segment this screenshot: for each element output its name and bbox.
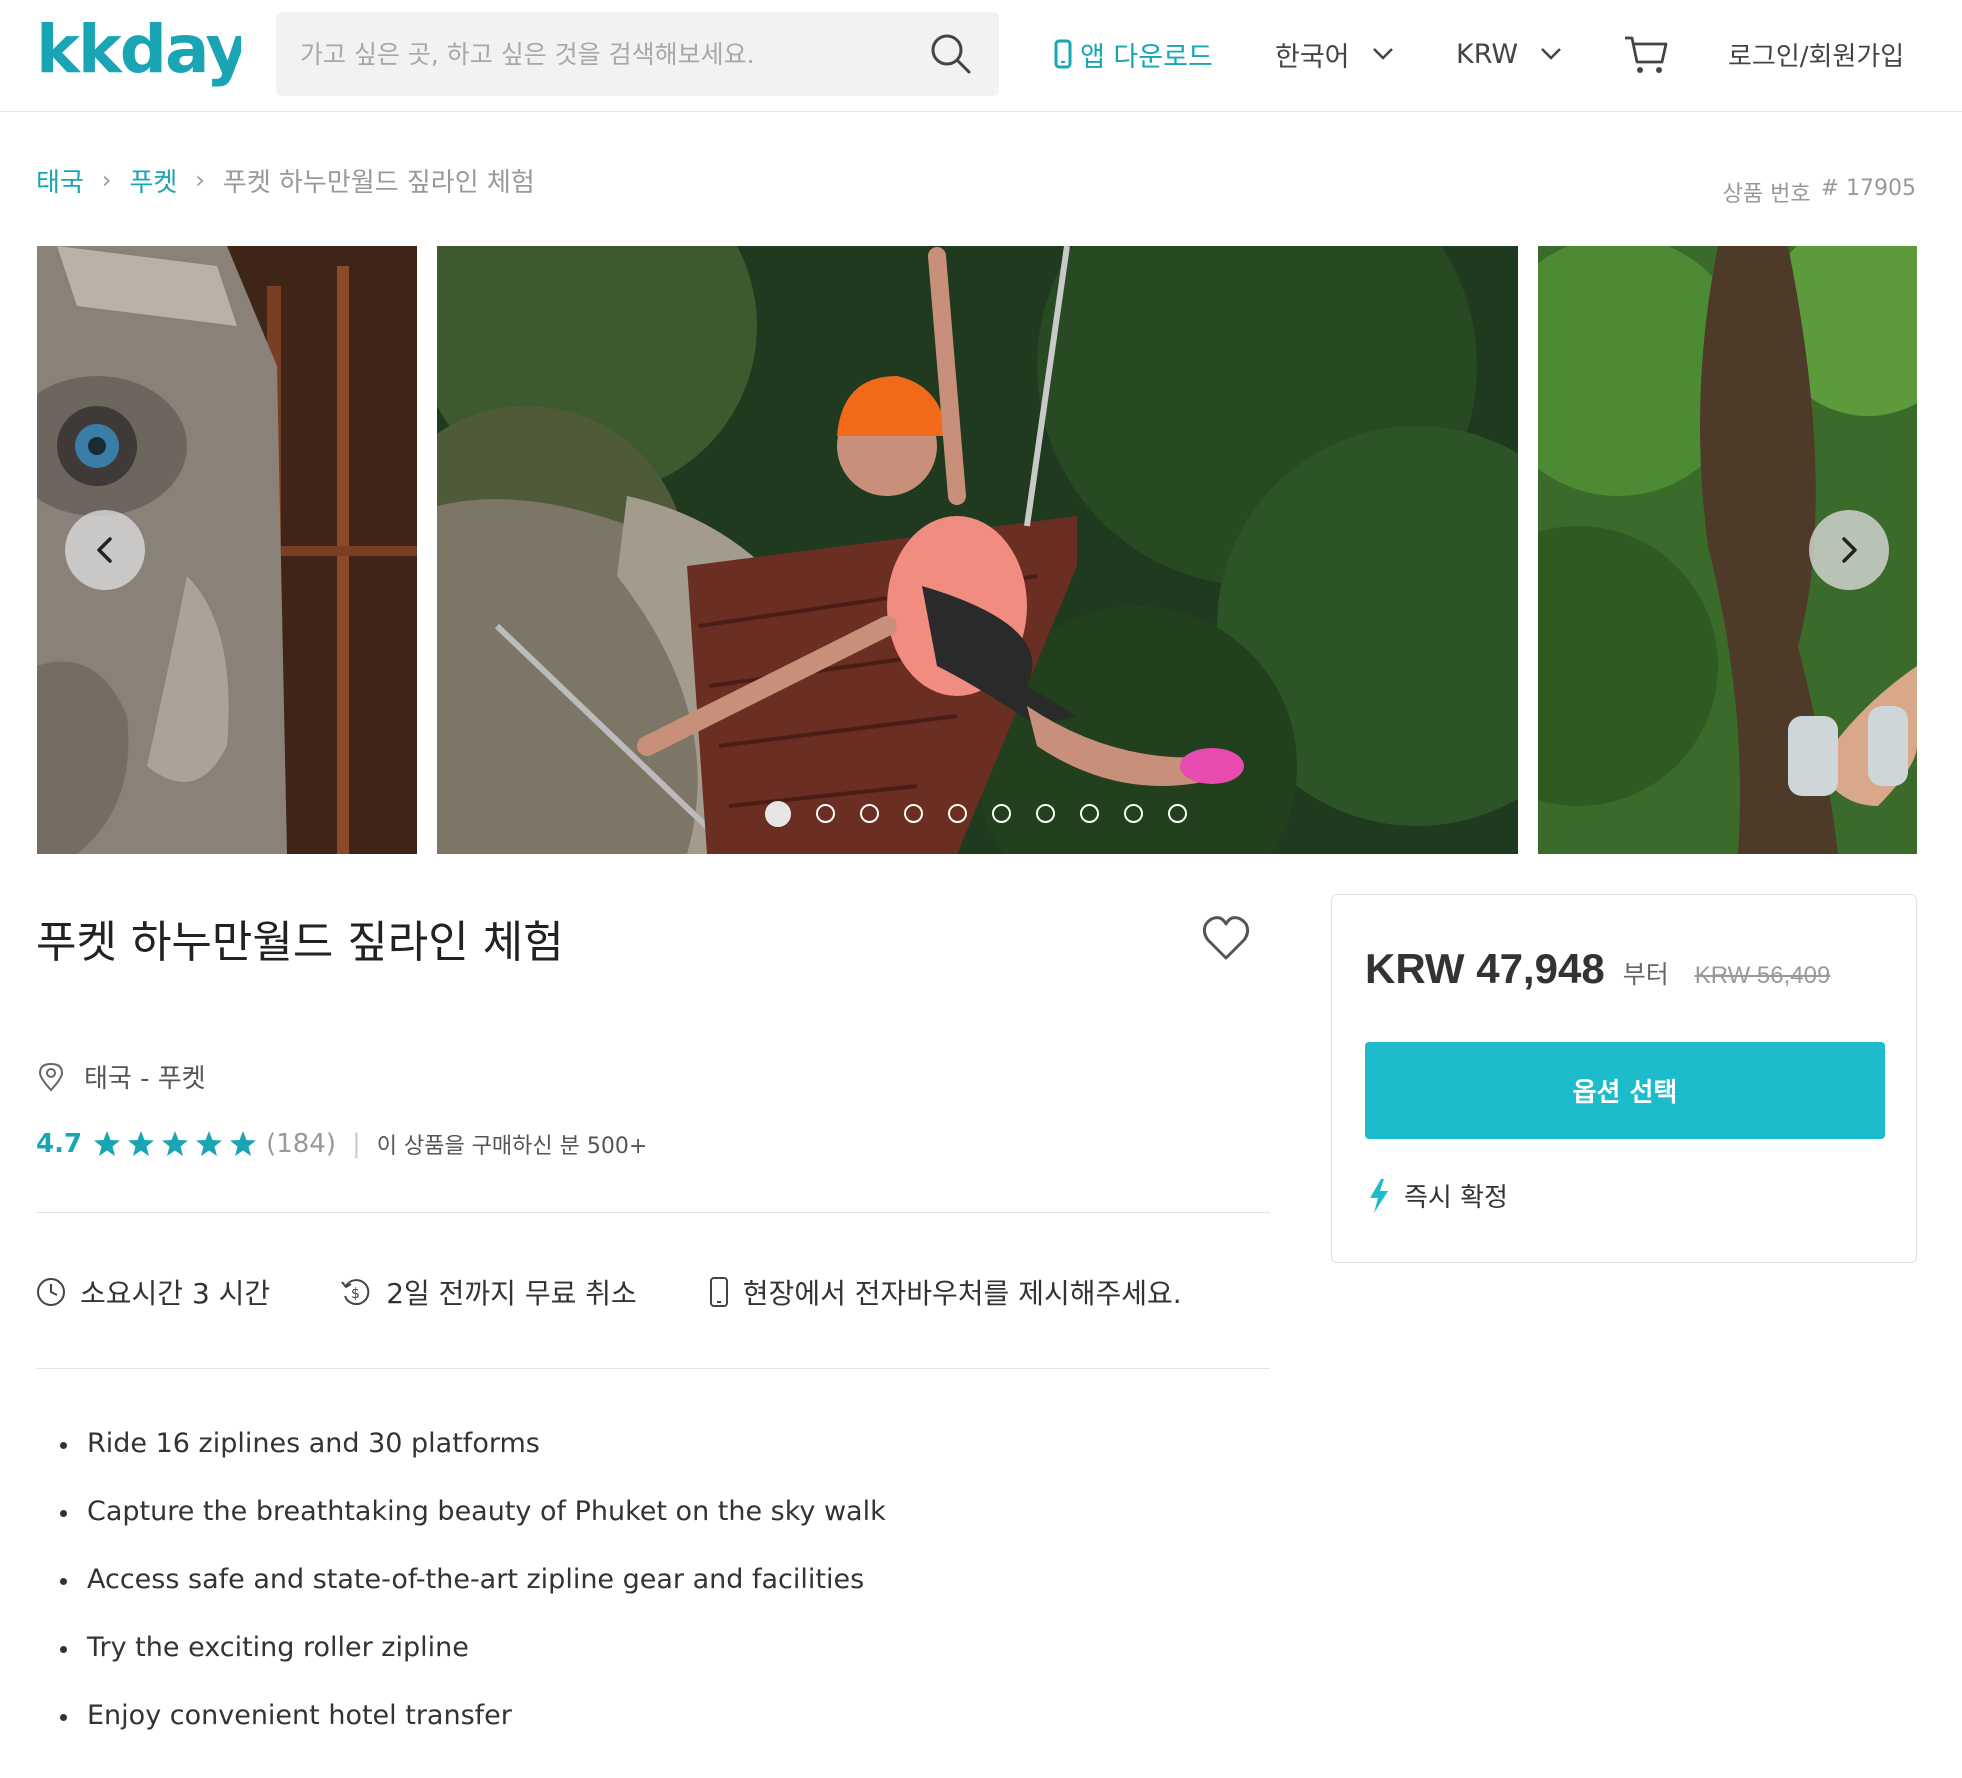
highlight-list: Ride 16 ziplines and 30 platforms Captur… [60,1424,886,1764]
rating-score: 4.7 [36,1129,83,1159]
current-price: KRW 47,948 [1365,945,1605,992]
gallery-dot[interactable] [860,804,879,823]
star-icon [196,1131,223,1156]
gallery-dot[interactable] [765,801,791,827]
search-input[interactable] [300,12,900,96]
voucher-text: 현장에서 전자바우처를 제시해주세요. [742,1277,1182,1310]
chevron-left-icon [97,537,112,563]
price-from-label: 부터 [1622,960,1669,989]
photo-gallery [37,246,1917,854]
phone-icon [1054,39,1072,69]
list-item: Try the exciting roller zipline [60,1628,886,1696]
app-download-link[interactable]: 앱 다운로드 [1054,30,1213,78]
product-title: 푸켓 하누만월드 짚라인 체험 [36,917,564,968]
svg-text:$: $ [351,1286,360,1302]
instant-confirm-text: 즉시 확정 [1404,1183,1508,1213]
currency-selector[interactable]: KRW [1456,30,1562,78]
star-icon [162,1131,189,1156]
gallery-dot[interactable] [992,804,1011,823]
list-item: Ride 16 ziplines and 30 platforms [60,1424,886,1492]
mobile-voucher-icon [709,1277,728,1307]
gallery-dot[interactable] [948,804,967,823]
gallery-pagination [765,801,1187,827]
product-rating: 4.7 (184) | 이 상품을 구매하신 분 500+ [36,1128,647,1160]
purchase-count: 이 상품을 구매하신 분 500+ [376,1134,648,1159]
feature-cancellation: $ 2일 전까지 무료 취소 [340,1272,637,1312]
clock-icon [37,1278,65,1306]
list-item: Access safe and state-of-the-art zipline… [60,1560,886,1628]
search-icon[interactable] [929,32,973,76]
star-icon [128,1131,155,1156]
cancellation-text: 2일 전까지 무료 취소 [386,1277,637,1310]
chevron-right-icon [1842,537,1857,563]
duration-text: 소요시간 3 시간 [80,1277,271,1310]
product-features: 소요시간 3 시간 $ 2일 전까지 무료 취소 현장에서 전자바우처를 제시해… [36,1272,1182,1312]
product-location: 태국 - 푸켓 [38,1058,206,1095]
refund-icon: $ [341,1279,370,1306]
original-price: KRW 56,409 [1694,962,1831,989]
select-option-button[interactable]: 옵션 선택 [1365,1042,1885,1139]
location-text: 태국 - 푸켓 [84,1064,206,1094]
gallery-dot[interactable] [1036,804,1055,823]
lightning-icon [1370,1178,1388,1213]
divider: | [351,1129,361,1159]
login-signup-link[interactable]: 로그인/회원가입 [1728,30,1904,78]
product-number-label: 상품 번호 [1722,182,1811,207]
star-icon [94,1131,121,1156]
breadcrumb: 태국 › 푸켓 › 푸켓 하누만월드 짚라인 체험 [36,160,535,200]
list-item: Capture the breathtaking beauty of Phuke… [60,1492,886,1560]
product-number-value: # 17905 [1820,176,1916,201]
divider [36,1212,1270,1213]
language-label: 한국어 [1275,41,1350,73]
product-number: 상품 번호 # 17905 [1723,176,1916,208]
breadcrumb-thailand[interactable]: 태국 [36,162,84,199]
gallery-dot[interactable] [904,804,923,823]
language-selector[interactable]: 한국어 [1275,30,1394,78]
gallery-dot[interactable] [1168,804,1187,823]
gallery-prev-button[interactable] [65,510,145,590]
gallery-dot[interactable] [816,804,835,823]
feature-voucher: 현장에서 전자바우처를 제시해주세요. [709,1272,1182,1312]
chevron-right-icon: › [195,166,205,194]
gallery-next-button[interactable] [1809,510,1889,590]
review-count[interactable]: (184) [266,1129,336,1159]
heart-icon[interactable] [1200,912,1252,964]
list-item: Enjoy convenient hotel transfer [60,1696,886,1764]
gallery-dot[interactable] [1124,804,1143,823]
site-header: kkday 앱 다운로드 한국어 KRW 로그인/회원가입 [0,0,1962,112]
search-bar [276,12,999,96]
app-download-label: 앱 다운로드 [1080,41,1213,73]
gallery-photo-main[interactable] [437,246,1518,854]
feature-duration: 소요시간 3 시간 [36,1272,270,1312]
gallery-dot[interactable] [1080,804,1099,823]
cart-icon[interactable] [1622,30,1670,78]
price-row: KRW 47,948 부터 KRW 56,409 [1365,945,1830,993]
chevron-down-icon [1372,48,1393,60]
breadcrumb-phuket[interactable]: 푸켓 [129,162,177,199]
chevron-right-icon: › [101,166,112,194]
breadcrumb-current: 푸켓 하누만월드 짚라인 체험 [222,167,535,198]
divider [36,1368,1270,1369]
star-icon [230,1131,257,1156]
chevron-down-icon [1541,48,1561,60]
price-card: KRW 47,948 부터 KRW 56,409 옵션 선택 즉시 확정 [1331,894,1917,1263]
map-pin-icon [38,1062,64,1091]
instant-confirmation: 즉시 확정 [1368,1177,1508,1214]
rating-stars [92,1129,258,1159]
kkday-logo[interactable]: kkday [36,10,241,100]
svg-text:kkday: kkday [36,11,241,88]
currency-label: KRW [1456,38,1519,70]
